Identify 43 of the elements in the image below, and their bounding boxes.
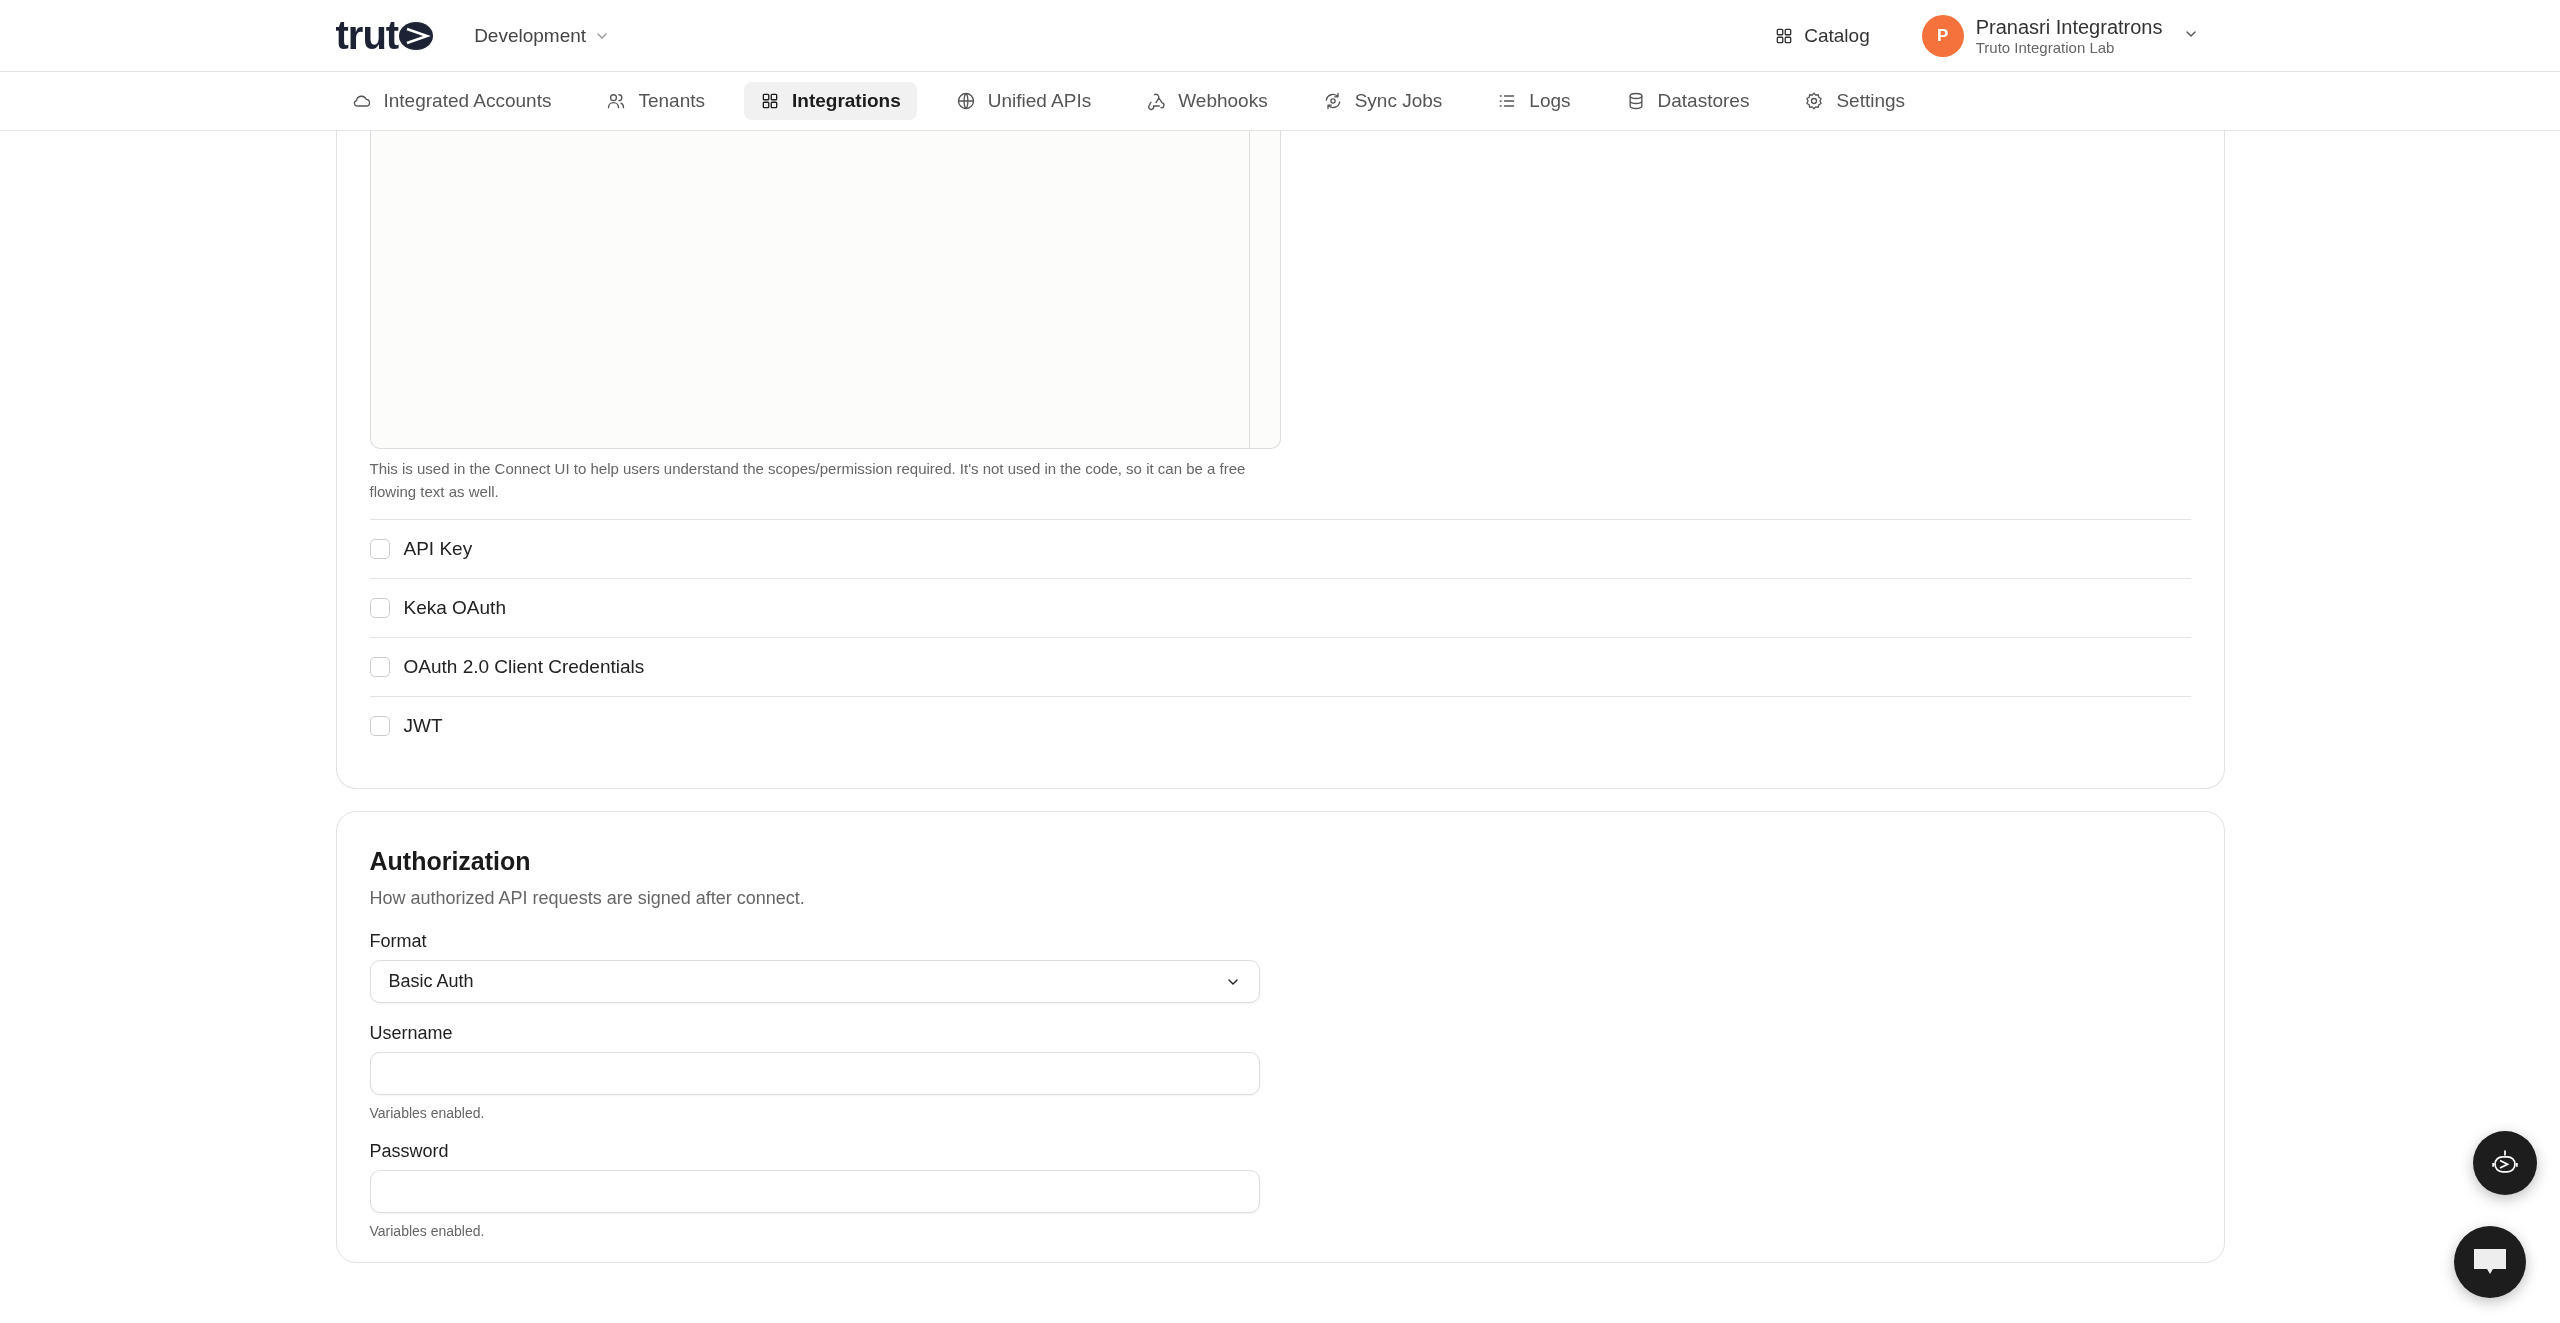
grid-icon bbox=[760, 91, 780, 111]
settings-icon bbox=[1804, 91, 1825, 111]
field-label: Password bbox=[369, 1141, 450, 1162]
logo-icon bbox=[398, 19, 435, 52]
checkbox-label: Keka OAuth bbox=[403, 597, 506, 619]
nav-tab[interactable]: Logs bbox=[1481, 82, 1587, 120]
checkbox-label: JWT bbox=[403, 715, 443, 737]
nav-tab[interactable]: Unified APIs bbox=[939, 82, 1108, 120]
nav-tab[interactable]: Integrated Accounts bbox=[335, 82, 568, 120]
users-icon bbox=[606, 91, 627, 111]
checkbox-label: OAuth 2.0 Client Credentials bbox=[403, 656, 645, 678]
field-hint: Variables enabled. bbox=[369, 1223, 486, 1239]
format-select[interactable]: Basic Auth bbox=[369, 960, 1260, 1003]
nav-tab[interactable]: Tenants bbox=[590, 82, 721, 120]
assistant-button[interactable] bbox=[2473, 1131, 2537, 1195]
nav-tab[interactable]: Integrations bbox=[744, 82, 917, 120]
nav-tab[interactable]: Webhooks bbox=[1130, 82, 1284, 120]
field-label: Username bbox=[369, 1023, 454, 1044]
catalog-button[interactable]: Catalog bbox=[1768, 18, 1876, 53]
checkbox-label: API Key bbox=[403, 538, 473, 560]
user-name: Pranasri Integratrons bbox=[1975, 15, 2163, 39]
input-field[interactable] bbox=[369, 1052, 1260, 1095]
organization-name: Truto Integration Lab bbox=[1975, 38, 2116, 56]
input-field[interactable] bbox=[369, 1170, 1260, 1213]
nav-tab[interactable]: Sync Jobs bbox=[1306, 82, 1459, 120]
webhook-icon bbox=[1146, 91, 1167, 111]
nav-tab[interactable]: Datastores bbox=[1609, 82, 1766, 120]
field-label: Format bbox=[369, 931, 428, 952]
avatar: P bbox=[1921, 14, 1964, 57]
checkbox[interactable] bbox=[369, 539, 390, 559]
environment-dropdown[interactable]: Development bbox=[474, 24, 611, 47]
nav-tab[interactable]: Settings bbox=[1788, 82, 1922, 120]
description-textarea[interactable] bbox=[369, 131, 1281, 449]
field-hint: Variables enabled. bbox=[369, 1105, 486, 1121]
globe-icon bbox=[955, 91, 976, 111]
section-title: Authorization bbox=[369, 847, 532, 876]
checkbox[interactable] bbox=[369, 657, 390, 677]
help-text: This is used in the Connect UI to help users understand the scopes/permission required. It's not used in the code, so it can be a free flowing text as well. bbox=[369, 459, 1247, 502]
section-subtitle: How authorized API requests are signed after connect. bbox=[369, 888, 806, 909]
logo-text: trut bbox=[335, 13, 399, 58]
checkbox[interactable] bbox=[369, 598, 390, 618]
chat-button[interactable] bbox=[2454, 1226, 2526, 1298]
checkbox[interactable] bbox=[369, 716, 390, 736]
